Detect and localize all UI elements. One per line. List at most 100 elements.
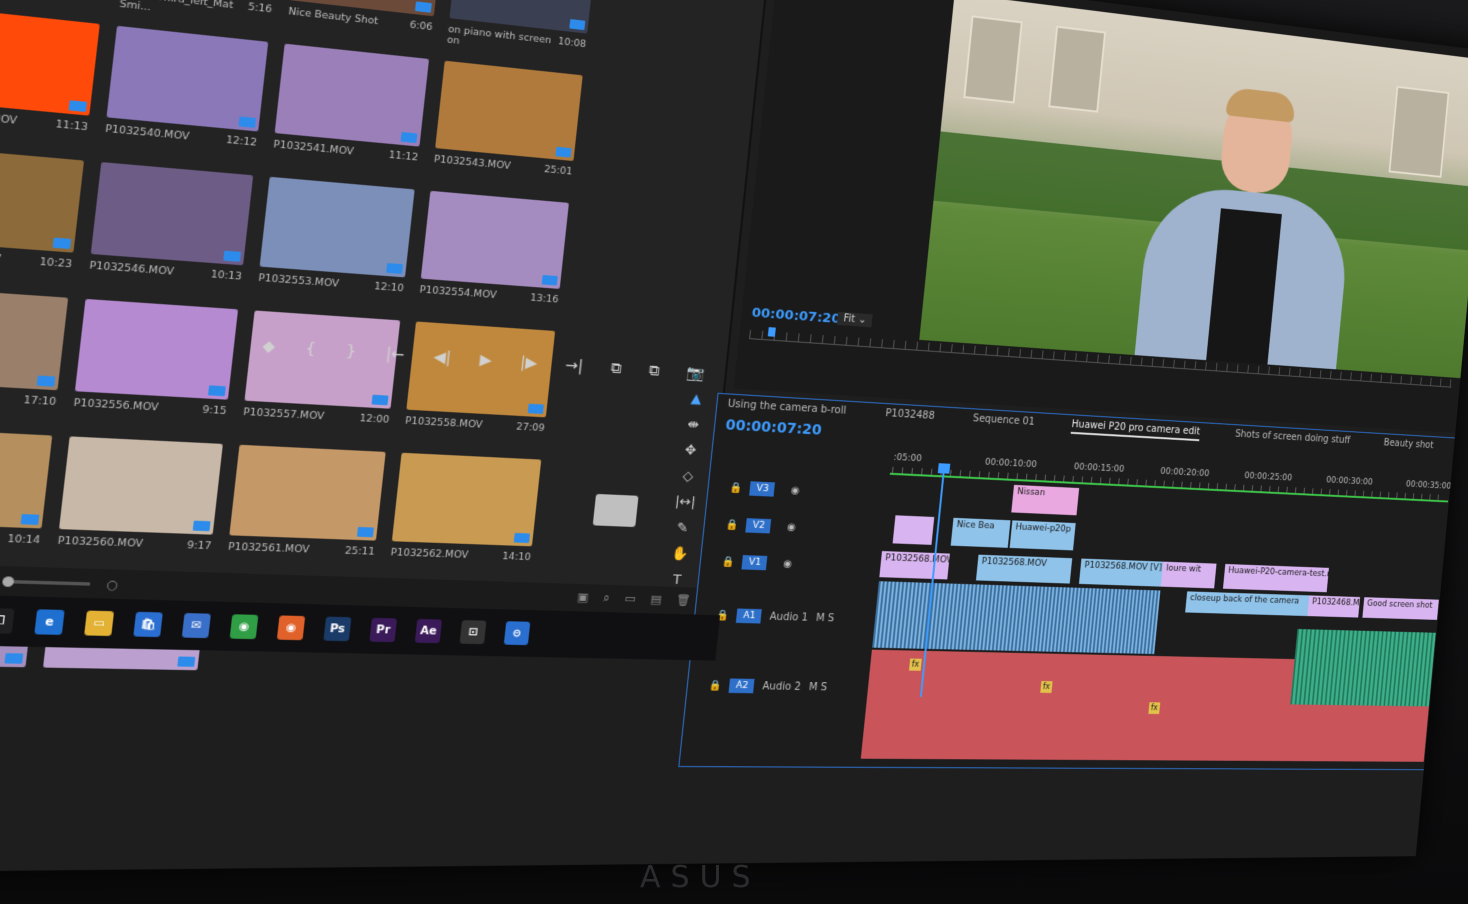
store-icon[interactable]: 🛍: [133, 611, 163, 638]
folder-icon[interactable]: ▭: [624, 592, 636, 607]
track-target[interactable]: V2: [745, 518, 772, 534]
clip-v2[interactable]: [892, 515, 935, 545]
clip-v1[interactable]: loure wit: [1160, 561, 1217, 589]
transport-button[interactable]: ⧉: [648, 363, 660, 380]
bin-clip[interactable]: P1032562.MOV 14:10: [388, 452, 546, 585]
folder-icon[interactable]: [592, 493, 639, 528]
sequence-tab[interactable]: Beauty shot: [1383, 438, 1434, 455]
sequence-tab[interactable]: Shots of screen doing stuff: [1234, 429, 1351, 450]
clip-v1[interactable]: Huawei-P20-camera-test.mp: [1222, 563, 1329, 593]
transport-button[interactable]: |←: [385, 346, 406, 364]
sequence-tab[interactable]: Sequence 01: [972, 413, 1035, 431]
mute-solo-icon[interactable]: M S: [808, 681, 827, 692]
eye-icon[interactable]: ◉: [790, 485, 800, 497]
lock-icon[interactable]: 🔒: [725, 519, 739, 531]
bin-clip[interactable]: P1032540.MOV 12:12: [102, 25, 273, 172]
mail-icon[interactable]: ✉: [181, 613, 211, 639]
photoshop-icon[interactable]: Ps: [323, 616, 352, 642]
transport-button[interactable]: ◀|: [433, 349, 452, 367]
bin-clip[interactable]: [571, 204, 721, 337]
task-view-icon[interactable]: ❐: [0, 608, 15, 634]
bin-clip[interactable]: P1032558.MOV 27:09: [402, 321, 559, 455]
keyframe-marker[interactable]: fx: [908, 658, 922, 671]
lock-icon[interactable]: 🔒: [729, 482, 743, 494]
keyframe-marker[interactable]: fx: [1148, 702, 1161, 715]
track-target[interactable]: V3: [749, 481, 776, 497]
audio-clip-music[interactable]: [1290, 628, 1436, 707]
eye-icon[interactable]: ◉: [787, 521, 797, 533]
tool-button[interactable]: ✥: [684, 443, 697, 459]
audio-clip-a1[interactable]: [872, 581, 1161, 655]
clip-thumbnail[interactable]: [106, 25, 269, 132]
app-2-icon[interactable]: ⊝: [503, 621, 531, 646]
clip-thumbnail[interactable]: [90, 162, 254, 266]
tool-button[interactable]: ✋: [670, 546, 689, 562]
fit-dropdown[interactable]: Fit ⌄: [836, 311, 874, 328]
track-target[interactable]: V1: [741, 555, 768, 571]
clip-thumbnail[interactable]: [229, 444, 386, 541]
edge-icon[interactable]: e: [34, 609, 65, 635]
clip-thumbnail[interactable]: [0, 286, 69, 391]
find-icon[interactable]: ⌕: [602, 591, 611, 606]
clip-v1[interactable]: P1032568.MOV: [975, 554, 1073, 584]
clip-thumbnail[interactable]: [391, 452, 542, 547]
lock-icon[interactable]: 🔒: [721, 556, 735, 568]
clip-v1[interactable]: closeup back of the camera: [1185, 591, 1310, 617]
bin-clip[interactable]: P1032541.MOV 11:12: [270, 43, 433, 186]
clip-thumbnail[interactable]: [435, 60, 583, 162]
bin-clip[interactable]: P1032553.MOV 12:10: [255, 176, 419, 317]
tool-button[interactable]: |↔|: [674, 494, 696, 510]
clip-thumbnail[interactable]: [58, 436, 223, 535]
bin-clip[interactable]: P1032543.MOV 25:01: [431, 60, 587, 199]
transport-button[interactable]: 📷: [686, 365, 706, 383]
track-target[interactable]: A1: [736, 608, 763, 624]
chrome-icon[interactable]: ◉: [229, 614, 259, 640]
bin-clip[interactable]: P1032557.MOV 12:00: [240, 310, 405, 447]
transport-button[interactable]: ▶: [479, 352, 493, 370]
clip-thumbnail[interactable]: [259, 176, 415, 278]
bin-clip[interactable]: P1032545.MOV 10:23: [0, 146, 89, 294]
file-explorer-icon[interactable]: ▭: [84, 610, 115, 637]
lock-icon[interactable]: 🔒: [708, 680, 722, 692]
clip-thumbnail[interactable]: [274, 43, 430, 147]
timeline-timecode[interactable]: 00:00:07:20: [725, 417, 823, 439]
app-icon[interactable]: ⊡: [459, 620, 487, 645]
after-effects-icon[interactable]: Ae: [414, 618, 443, 644]
tool-button[interactable]: ✎: [676, 520, 689, 536]
monitor-timecode[interactable]: 00:00:07:20: [751, 305, 841, 327]
bin-clip[interactable]: P1032559.MOV10:14: [0, 427, 57, 570]
transport-button[interactable]: |▶: [519, 354, 538, 372]
clip-v1[interactable]: P1032568.MOV [V]: [879, 551, 950, 580]
track-target[interactable]: A2: [728, 678, 756, 694]
clip-v3[interactable]: Nissan: [1011, 484, 1080, 516]
firefox-icon[interactable]: ◉: [276, 615, 306, 641]
thumbnail-size-slider[interactable]: [1, 579, 90, 586]
bin-clip[interactable]: P1032555.MOV17:10: [0, 286, 73, 431]
bin-clip[interactable]: P1032556.MOV 9:15: [70, 298, 243, 440]
eye-icon[interactable]: ◉: [783, 558, 793, 570]
transport-button[interactable]: {: [305, 340, 317, 358]
mute-solo-icon[interactable]: M S: [815, 612, 834, 624]
bin-clip[interactable]: P1032539.MOV 11:13: [0, 7, 105, 156]
bin-clip[interactable]: P1032554.MOV 13:16: [417, 190, 574, 327]
transport-button[interactable]: →|: [564, 357, 584, 375]
track-header[interactable]: 🔒 A2 Audio 2 M S: [684, 650, 868, 723]
clip-thumbnail[interactable]: [0, 7, 100, 116]
bin-clip[interactable]: P1032561.MOV 25:11: [225, 444, 390, 580]
transport-button[interactable]: ⧉: [610, 360, 622, 377]
program-video-frame[interactable]: [919, 0, 1468, 379]
clip-v1[interactable]: Good screen shot: [1362, 597, 1439, 620]
track-header[interactable]: 🔒 V1 ◉: [699, 542, 879, 585]
transport-button[interactable]: }: [345, 343, 357, 361]
tool-button[interactable]: ◇: [682, 469, 694, 485]
bin-clip[interactable]: P1032560.MOV 9:17: [54, 436, 227, 574]
clip-v1[interactable]: P1032468.M: [1307, 595, 1361, 618]
bin-clip[interactable]: [598, 0, 747, 87]
clip-v2[interactable]: Huawei-p20p: [1009, 520, 1076, 551]
tool-button[interactable]: T: [672, 572, 682, 588]
tool-button[interactable]: ⇼: [687, 417, 700, 433]
monitor-playhead[interactable]: [767, 327, 776, 337]
zoom-in-icon[interactable]: ○: [106, 577, 119, 592]
transport-button[interactable]: ◆: [261, 338, 276, 356]
bin-clip[interactable]: P1032546.MOV 10:13: [86, 162, 258, 305]
